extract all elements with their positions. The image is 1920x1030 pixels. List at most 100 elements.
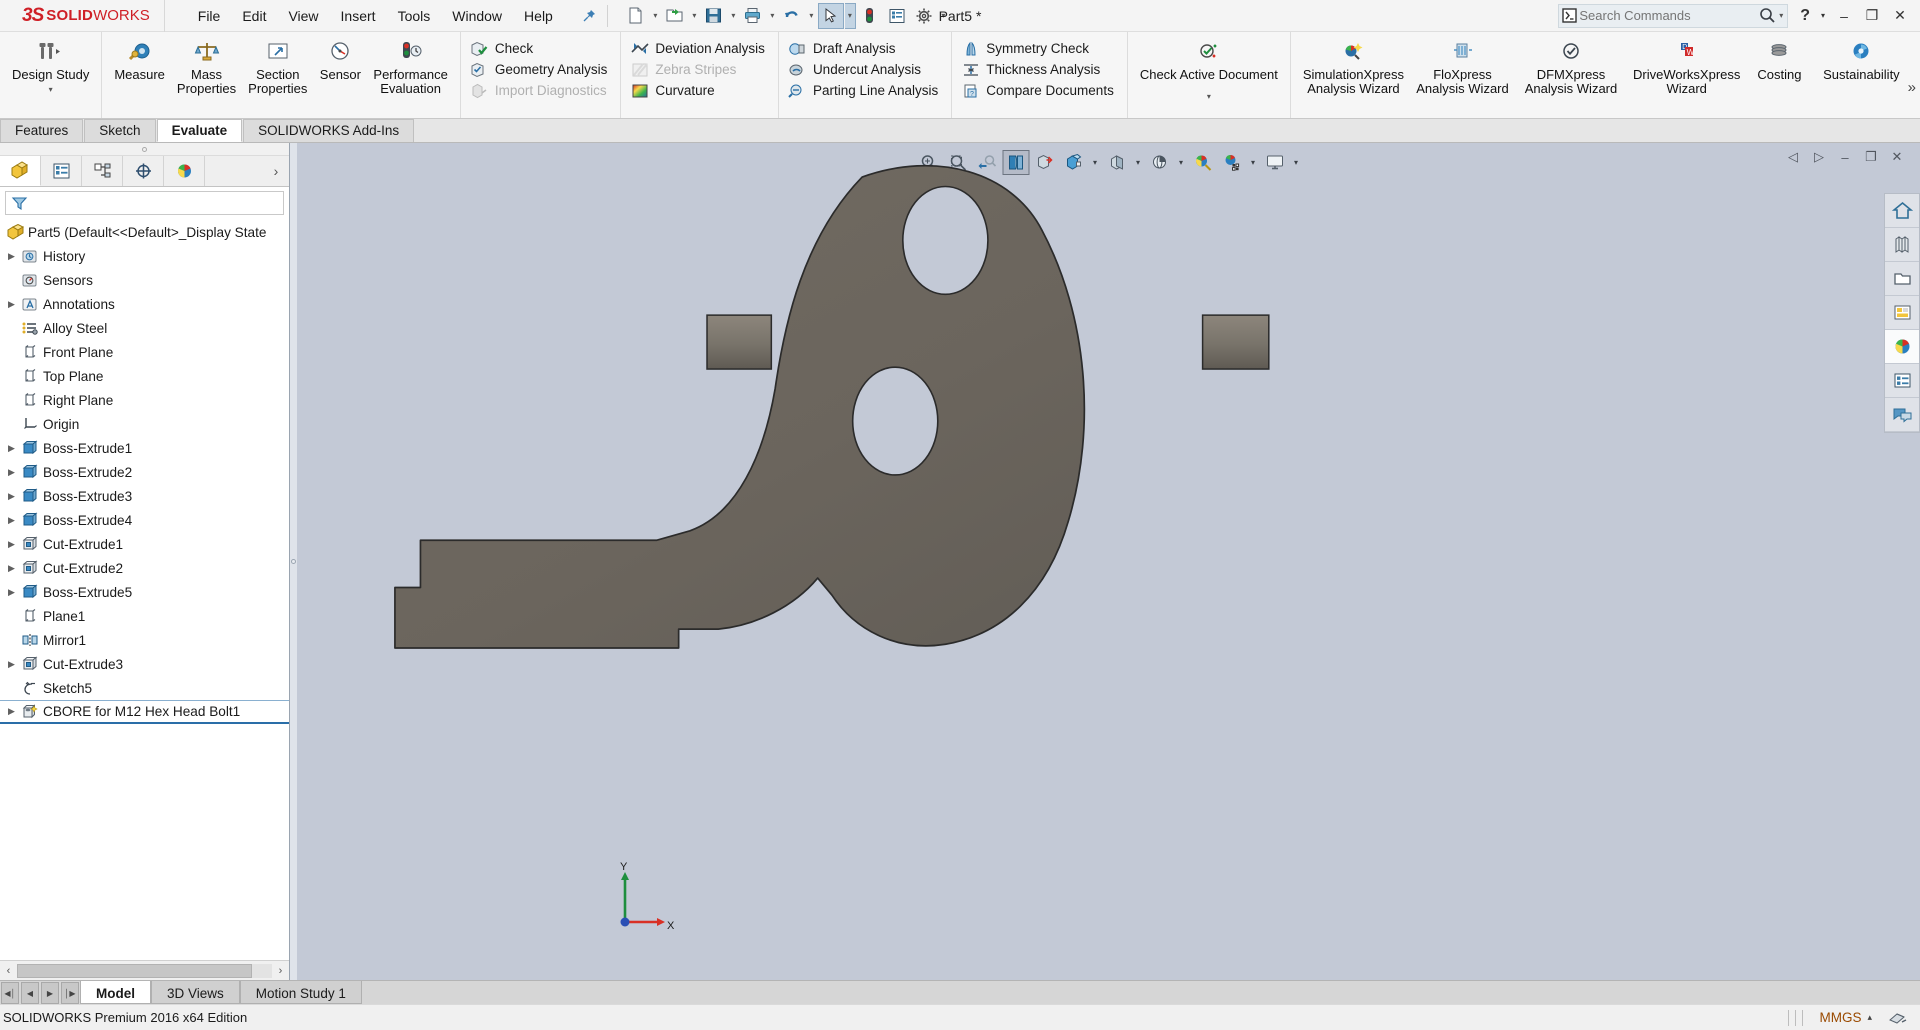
last-tab-button[interactable]: │▶ — [61, 982, 79, 1004]
section-properties-button[interactable]: Section Properties — [242, 36, 313, 99]
dfmxpress-button[interactable]: DFMXpress Analysis Wizard — [1515, 36, 1627, 99]
tree-node-sketch5[interactable]: Sketch5 — [0, 676, 289, 700]
sensor-button[interactable]: Sensor — [313, 36, 367, 85]
tree-node-annotations[interactable]: ▶ Annotations — [0, 292, 289, 316]
measure-button[interactable]: Measure — [108, 36, 171, 85]
property-manager-tab[interactable] — [41, 156, 82, 186]
menu-file[interactable]: File — [187, 3, 232, 29]
tab-3d-views[interactable]: 3D Views — [151, 981, 240, 1004]
rebuild-icon[interactable] — [857, 3, 883, 29]
prev-tab-button[interactable]: ◀ — [21, 982, 39, 1004]
tree-node-front-plane[interactable]: Front Plane — [0, 340, 289, 364]
feature-manager-tab[interactable] — [0, 156, 41, 186]
configuration-manager-tab[interactable] — [82, 156, 123, 186]
tree-node-sensors[interactable]: Sensors — [0, 268, 289, 292]
print-document-dropdown-icon[interactable]: ▾ — [767, 3, 778, 29]
help-button[interactable]: ? — [1794, 7, 1816, 25]
dimxpert-manager-tab[interactable] — [123, 156, 164, 186]
expand-arrow-icon[interactable]: ▶ — [4, 299, 19, 310]
menu-edit[interactable]: Edit — [231, 3, 277, 29]
tree-node-boss-extrude3[interactable]: ▶ Boss-Extrude3 — [0, 484, 289, 508]
display-manager-tab[interactable] — [164, 156, 205, 186]
sustainability-button[interactable]: Sustainability — [1812, 36, 1910, 85]
open-document-icon[interactable] — [662, 3, 688, 29]
graphics-area[interactable]: ▾ ▾ ▾ ▾ ▾ ◁ ▷ – ❐ ✕ Y X — [297, 143, 1920, 980]
minimize-window-button[interactable]: – — [1830, 3, 1858, 29]
menu-insert[interactable]: Insert — [330, 3, 387, 29]
file-properties-icon[interactable] — [884, 3, 910, 29]
close-window-button[interactable]: ✕ — [1886, 3, 1914, 29]
expand-arrow-icon[interactable]: ▶ — [4, 706, 19, 717]
tree-node-boss-extrude5[interactable]: ▶ Boss-Extrude5 — [0, 580, 289, 604]
design-study-dropdown-icon[interactable]: ▾ — [49, 83, 53, 97]
tree-root-part[interactable]: Part5 (Default<<Default>_Display State — [0, 220, 289, 244]
ribbon-overflow-chevron-icon[interactable]: » — [1908, 79, 1916, 96]
splitter-handle[interactable] — [291, 559, 296, 564]
pin-icon[interactable] — [578, 5, 600, 27]
menu-help[interactable]: Help — [513, 3, 564, 29]
expand-arrow-icon[interactable]: ▶ — [4, 443, 19, 454]
driveworksxpress-button[interactable]: DW DriveWorksXpress Wizard — [1627, 36, 1746, 99]
open-document-dropdown-icon[interactable]: ▾ — [689, 3, 700, 29]
mass-properties-button[interactable]: Mass Properties — [171, 36, 242, 99]
tree-node-history[interactable]: ▶ History — [0, 244, 289, 268]
expand-arrow-icon[interactable]: ▶ — [4, 563, 19, 574]
tab-features[interactable]: Features — [0, 119, 84, 142]
tab-sketch[interactable]: Sketch — [84, 119, 156, 142]
menu-view[interactable]: View — [277, 3, 329, 29]
new-document-dropdown-icon[interactable]: ▾ — [650, 3, 661, 29]
symmetry-check-button[interactable]: Symmetry Check — [958, 38, 1096, 59]
expand-arrow-icon[interactable]: ▶ — [4, 659, 19, 670]
draft-analysis-button[interactable]: Draft Analysis — [785, 38, 903, 59]
panel-grip[interactable] — [0, 143, 289, 156]
menu-tools[interactable]: Tools — [387, 3, 442, 29]
scroll-track[interactable] — [17, 963, 272, 978]
search-commands-box[interactable]: ▾ — [1558, 3, 1789, 28]
first-tab-button[interactable]: ◀│ — [1, 982, 19, 1004]
import-diagnostics-button[interactable]: Import Diagnostics — [467, 80, 614, 101]
tree-node-right-plane[interactable]: Right Plane — [0, 388, 289, 412]
check-active-document-dropdown-icon[interactable]: ▾ — [1207, 90, 1211, 104]
help-dropdown-icon[interactable]: ▾ — [1816, 3, 1830, 29]
scroll-right-arrow-icon[interactable]: › — [272, 965, 289, 977]
expand-arrow-icon[interactable]: ▶ — [4, 587, 19, 598]
search-dropdown-icon[interactable]: ▾ — [1779, 11, 1787, 20]
compare-documents-button[interactable]: ? Compare Documents — [958, 80, 1121, 101]
units-dropdown-icon[interactable]: ▴ — [1867, 1012, 1888, 1023]
search-input[interactable] — [1579, 8, 1756, 23]
save-document-icon[interactable] — [701, 3, 727, 29]
panel-splitter[interactable] — [290, 143, 297, 980]
tree-node-top-plane[interactable]: Top Plane — [0, 364, 289, 388]
geometry-analysis-button[interactable]: Geometry Analysis — [467, 59, 615, 80]
performance-evaluation-button[interactable]: Performance Evaluation — [367, 36, 453, 99]
tab-model[interactable]: Model — [80, 981, 151, 1004]
part-model-view[interactable] — [297, 143, 1920, 980]
tree-node-plane1[interactable]: Plane1 — [0, 604, 289, 628]
tab-motion-study-1[interactable]: Motion Study 1 — [239, 981, 362, 1004]
expand-arrow-icon[interactable]: ▶ — [4, 251, 19, 262]
tree-node-cbore-m12[interactable]: ▶ CBORE for M12 Hex Head Bolt1 — [0, 700, 289, 724]
undercut-analysis-button[interactable]: Undercut Analysis — [785, 59, 928, 80]
scroll-left-arrow-icon[interactable]: ‹ — [0, 965, 17, 977]
expand-arrow-icon[interactable]: ▶ — [4, 491, 19, 502]
tab-evaluate[interactable]: Evaluate — [156, 119, 243, 142]
thickness-analysis-button[interactable]: Thickness Analysis — [958, 59, 1107, 80]
units-indicator[interactable]: MMGS — [1813, 1010, 1867, 1025]
options-dropdown-icon[interactable]: ▾ — [938, 3, 949, 29]
scroll-thumb[interactable] — [17, 963, 252, 978]
restore-window-button[interactable]: ❐ — [1858, 3, 1886, 29]
tree-node-cut-extrude3[interactable]: ▶ Cut-Extrude3 — [0, 652, 289, 676]
print-document-icon[interactable] — [740, 3, 766, 29]
floxpress-button[interactable]: FloXpress Analysis Wizard — [1410, 36, 1515, 99]
zebra-stripes-button[interactable]: Zebra Stripes — [627, 59, 743, 80]
tree-node-boss-extrude1[interactable]: ▶ Boss-Extrude1 — [0, 436, 289, 460]
expand-arrow-icon[interactable]: ▶ — [4, 467, 19, 478]
design-study-button[interactable]: Design Study ▾ — [6, 36, 95, 100]
deviation-analysis-button[interactable]: Deviation Analysis — [627, 38, 772, 59]
tree-node-boss-extrude2[interactable]: ▶ Boss-Extrude2 — [0, 460, 289, 484]
tree-node-boss-extrude4[interactable]: ▶ Boss-Extrude4 — [0, 508, 289, 532]
simulationxpress-button[interactable]: SimulationXpress Analysis Wizard — [1297, 36, 1410, 99]
options-gear-icon[interactable] — [911, 3, 937, 29]
menu-window[interactable]: Window — [441, 3, 513, 29]
undo-icon[interactable] — [779, 3, 805, 29]
